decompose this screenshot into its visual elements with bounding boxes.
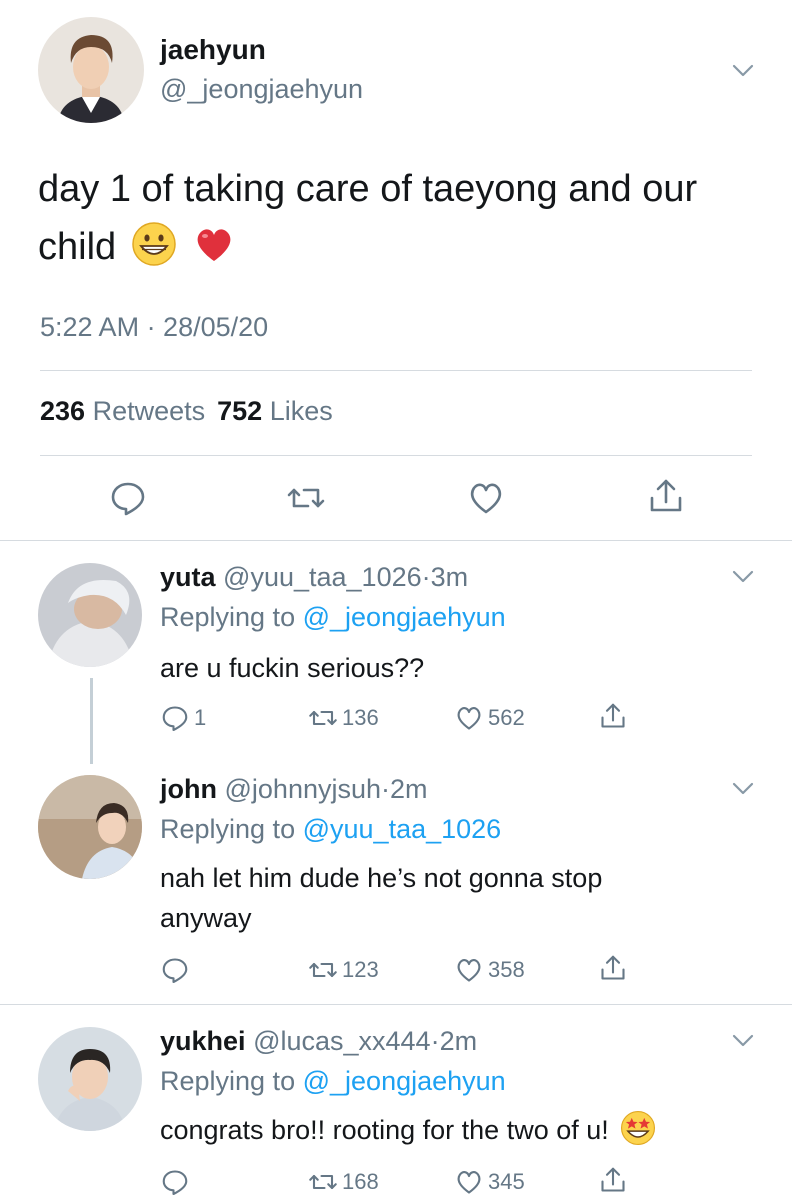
reply-author-handle[interactable]: @johnnyjsuh <box>225 774 382 804</box>
retweets-count[interactable]: 236 <box>40 396 85 426</box>
reply-text: are u fuckin serious?? <box>160 653 425 683</box>
replying-to-link[interactable]: @_jeongjaehyun <box>303 1066 506 1096</box>
divider <box>0 1004 792 1005</box>
like-icon[interactable] <box>466 478 506 518</box>
retweet-count: 123 <box>342 957 379 982</box>
tweet-timestamp[interactable]: 5:22 AM · 28/05/20 <box>40 312 268 343</box>
replying-to: Replying to @_jeongjaehyun <box>160 602 506 633</box>
chevron-down-icon[interactable] <box>732 570 754 584</box>
replying-to-link[interactable]: @_jeongjaehyun <box>303 602 506 632</box>
chevron-down-icon[interactable] <box>732 64 754 78</box>
red-heart-icon <box>191 221 237 267</box>
reply-author-handle[interactable]: @yuu_taa_1026 <box>223 562 422 592</box>
reply-author-handle[interactable]: @lucas_xx444 <box>253 1026 431 1056</box>
reply-header: john @johnnyjsuh·2m <box>160 774 428 804</box>
chevron-down-icon[interactable] <box>732 1034 754 1048</box>
share-icon[interactable] <box>646 476 686 516</box>
reply-time[interactable]: 2m <box>440 1026 478 1056</box>
reply-text-content: congrats bro!! rooting for the two of u! <box>160 1115 609 1145</box>
reply-icon[interactable] <box>108 478 148 518</box>
replying-to-label: Replying to <box>160 1066 296 1096</box>
likes-count[interactable]: 752 <box>217 396 262 426</box>
reply-header: yuta @yuu_taa_1026·3m <box>160 562 469 592</box>
like-count: 358 <box>488 957 525 982</box>
grinning-face-icon <box>131 221 177 267</box>
author-handle[interactable]: @_jeongjaehyun <box>160 74 363 105</box>
replying-to: Replying to @yuu_taa_1026 <box>160 814 501 845</box>
retweets-label[interactable]: Retweets <box>93 396 206 426</box>
divider <box>0 540 792 541</box>
like-button[interactable]: 562 <box>454 703 525 733</box>
reply-time[interactable]: 3m <box>431 562 469 592</box>
reply-time[interactable]: 2m <box>390 774 428 804</box>
share-button[interactable] <box>598 1165 632 1195</box>
like-count: 562 <box>488 705 525 730</box>
like-count: 345 <box>488 1169 525 1194</box>
retweet-count: 136 <box>342 705 379 730</box>
avatar[interactable] <box>38 775 142 879</box>
like-button[interactable]: 358 <box>454 955 525 985</box>
avatar[interactable] <box>38 563 142 667</box>
replying-to-label: Replying to <box>160 814 296 844</box>
tweet-stats: 236 Retweets 752 Likes <box>40 396 333 427</box>
replying-to-link[interactable]: @yuu_taa_1026 <box>303 814 502 844</box>
reply-text: congrats bro!! rooting for the two of u! <box>160 1110 760 1150</box>
star-struck-icon <box>620 1110 656 1146</box>
reply-author-name[interactable]: yuta <box>160 562 216 592</box>
likes-label[interactable]: Likes <box>270 396 333 426</box>
reply-button[interactable] <box>160 955 194 985</box>
replying-to-label: Replying to <box>160 602 296 632</box>
retweet-button[interactable]: 123 <box>308 955 379 985</box>
reply-text: nah let him dude he’s not gonna stop any… <box>160 863 603 933</box>
retweet-count: 168 <box>342 1169 379 1194</box>
reply-button[interactable] <box>160 1167 194 1197</box>
retweet-button[interactable]: 168 <box>308 1167 379 1197</box>
reply-author-name[interactable]: john <box>160 774 217 804</box>
like-button[interactable]: 345 <box>454 1167 525 1197</box>
avatar[interactable] <box>38 1027 142 1131</box>
retweet-button[interactable]: 136 <box>308 703 379 733</box>
divider <box>40 370 752 371</box>
share-button[interactable] <box>598 701 632 731</box>
chevron-down-icon[interactable] <box>732 782 754 796</box>
avatar[interactable] <box>38 17 144 123</box>
reply-button[interactable]: 1 <box>160 703 206 733</box>
thread-line <box>90 678 93 764</box>
reply-count: 1 <box>194 705 207 730</box>
replying-to: Replying to @_jeongjaehyun <box>160 1066 506 1097</box>
reply-author-name[interactable]: yukhei <box>160 1026 246 1056</box>
retweet-icon[interactable] <box>286 478 326 518</box>
reply-header: yukhei @lucas_xx444·2m <box>160 1026 478 1056</box>
author-name[interactable]: jaehyun <box>160 34 266 66</box>
share-button[interactable] <box>598 953 632 983</box>
tweet-text: day 1 of taking care of taeyong and our … <box>38 160 768 276</box>
divider <box>40 455 752 456</box>
